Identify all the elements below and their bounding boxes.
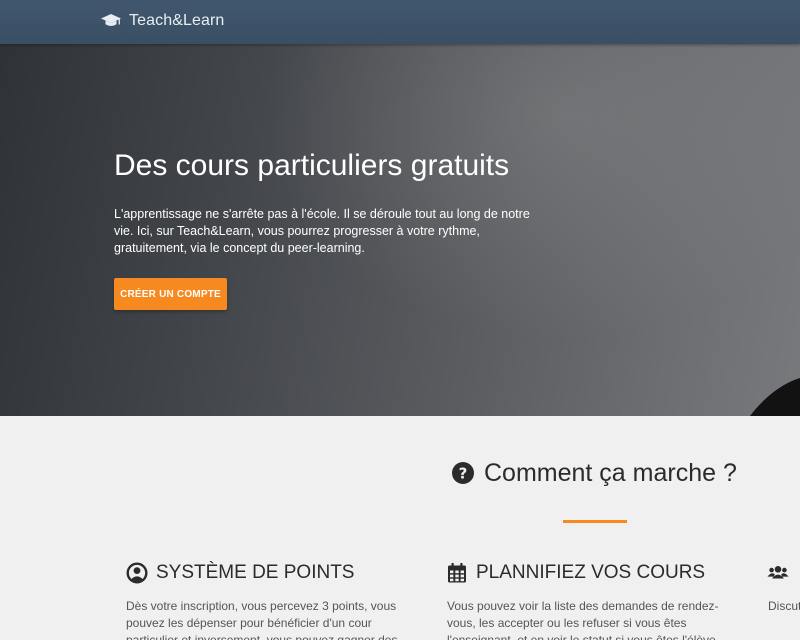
users-icon — [767, 562, 789, 584]
feature-schedule-text: Vous pouvez voir la liste des demandes d… — [447, 599, 720, 640]
how-it-works-title: Comment ça marche ? — [484, 458, 737, 487]
brand-link[interactable]: Teach&Learn — [101, 10, 224, 32]
feature-schedule-title: PLANNIFIEZ VOS COURS — [476, 562, 706, 583]
section-divider — [563, 520, 627, 523]
svg-text:?: ? — [459, 465, 468, 483]
feature-schedule-heading: PLANNIFIEZ VOS COURS — [446, 559, 705, 587]
create-account-button[interactable]: CRÉER UN COMPTE — [114, 278, 227, 310]
hero-description: L'apprentissage ne s'arrête pas à l'écol… — [114, 207, 530, 255]
question-circle-icon: ? — [452, 462, 474, 484]
feature-points-text: Dès votre inscription, vous percevez 3 p… — [126, 599, 398, 640]
how-it-works-heading: ? Comment ça marche ? — [452, 455, 737, 491]
graduation-cap-icon — [101, 13, 121, 29]
feature-points-heading: SYSTÈME DE POINTS — [126, 559, 354, 587]
hero-section: Des cours particuliers gratuits L'appren… — [0, 44, 800, 416]
hero-background-silhouette — [750, 378, 800, 416]
feature-community-heading — [767, 559, 797, 587]
navbar: Teach&Learn — [0, 0, 800, 44]
calendar-icon — [446, 562, 468, 584]
feature-community-text: Discutez avec les autres utilisateurs, p… — [768, 599, 800, 613]
hero-title: Des cours particuliers gratuits — [114, 149, 510, 182]
feature-points-title: SYSTÈME DE POINTS — [156, 562, 355, 583]
user-circle-icon — [126, 562, 148, 584]
brand-name: Teach&Learn — [129, 12, 225, 29]
